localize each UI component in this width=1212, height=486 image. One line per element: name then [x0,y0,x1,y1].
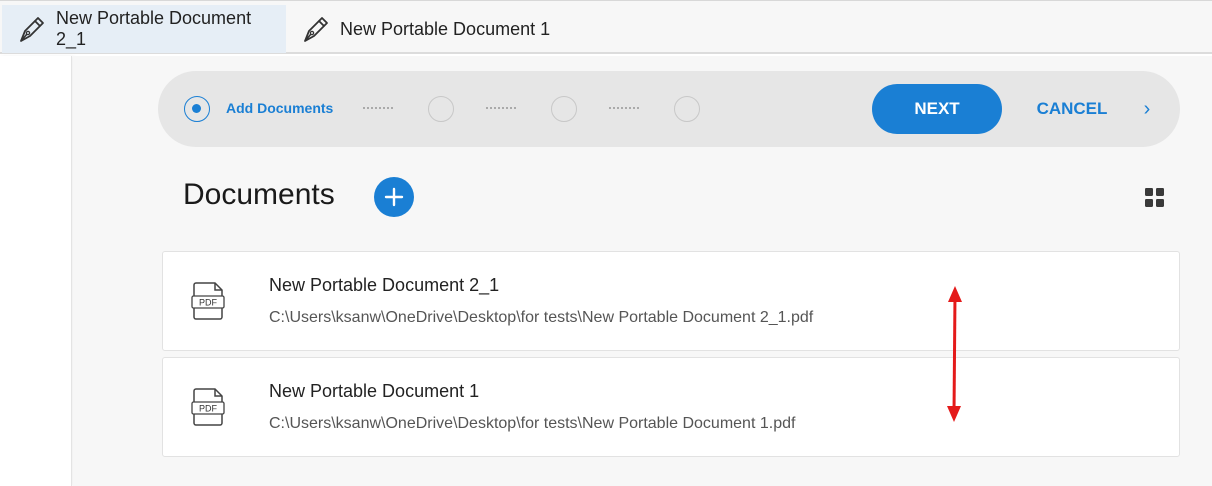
pdf-icon-text: PDF [199,298,218,308]
tab-new-portable-document-1[interactable]: New Portable Document 1 [286,5,576,53]
chevron-right-icon[interactable]: › [1136,95,1158,123]
pen-icon [304,17,328,42]
pdf-icon-text: PDF [199,404,218,414]
pdf-file-icon: PDF [191,388,225,426]
document-list-item[interactable]: PDF New Portable Document 1 C:\Users\ksa… [162,357,1180,457]
document-name: New Portable Document 2_1 [269,275,500,295]
tab-new-portable-document-2-1[interactable]: New Portable Document 2_1 [2,5,286,53]
wizard-stepper: Add Documents NEXT CANCEL › [158,71,1180,147]
document-path: C:\Users\ksanw\OneDrive\Desktop\for test… [269,415,796,432]
left-gutter [0,56,72,486]
grid-view-icon[interactable] [1145,188,1164,207]
page-title: Documents [183,178,335,211]
step-connector [363,107,393,111]
tab-label: New Portable Document 1 [340,18,551,39]
pen-icon [20,17,44,42]
document-name: New Portable Document 1 [269,381,480,401]
step-4-indicator [674,96,700,122]
reorder-arrow-annotation-icon [947,286,962,422]
document-path: C:\Users\ksanw\OneDrive\Desktop\for test… [269,309,814,326]
tab-label: New Portable Document 2_1 [55,8,252,49]
step-1-indicator[interactable] [184,96,210,122]
step-2-indicator [428,96,454,122]
step-1-label[interactable]: Add Documents [226,100,333,116]
pdf-file-icon: PDF [191,282,225,320]
next-button[interactable]: NEXT [872,84,1002,134]
plus-icon [384,187,404,207]
add-document-button[interactable] [374,177,414,217]
document-list-item[interactable]: PDF New Portable Document 2_1 C:\Users\k… [162,251,1180,351]
cancel-button[interactable]: CANCEL [1030,84,1114,134]
tab-bar: New Portable Document 2_1 New Portable D… [0,0,1212,54]
step-connector [609,107,639,111]
step-3-indicator [551,96,577,122]
step-connector [486,107,516,111]
